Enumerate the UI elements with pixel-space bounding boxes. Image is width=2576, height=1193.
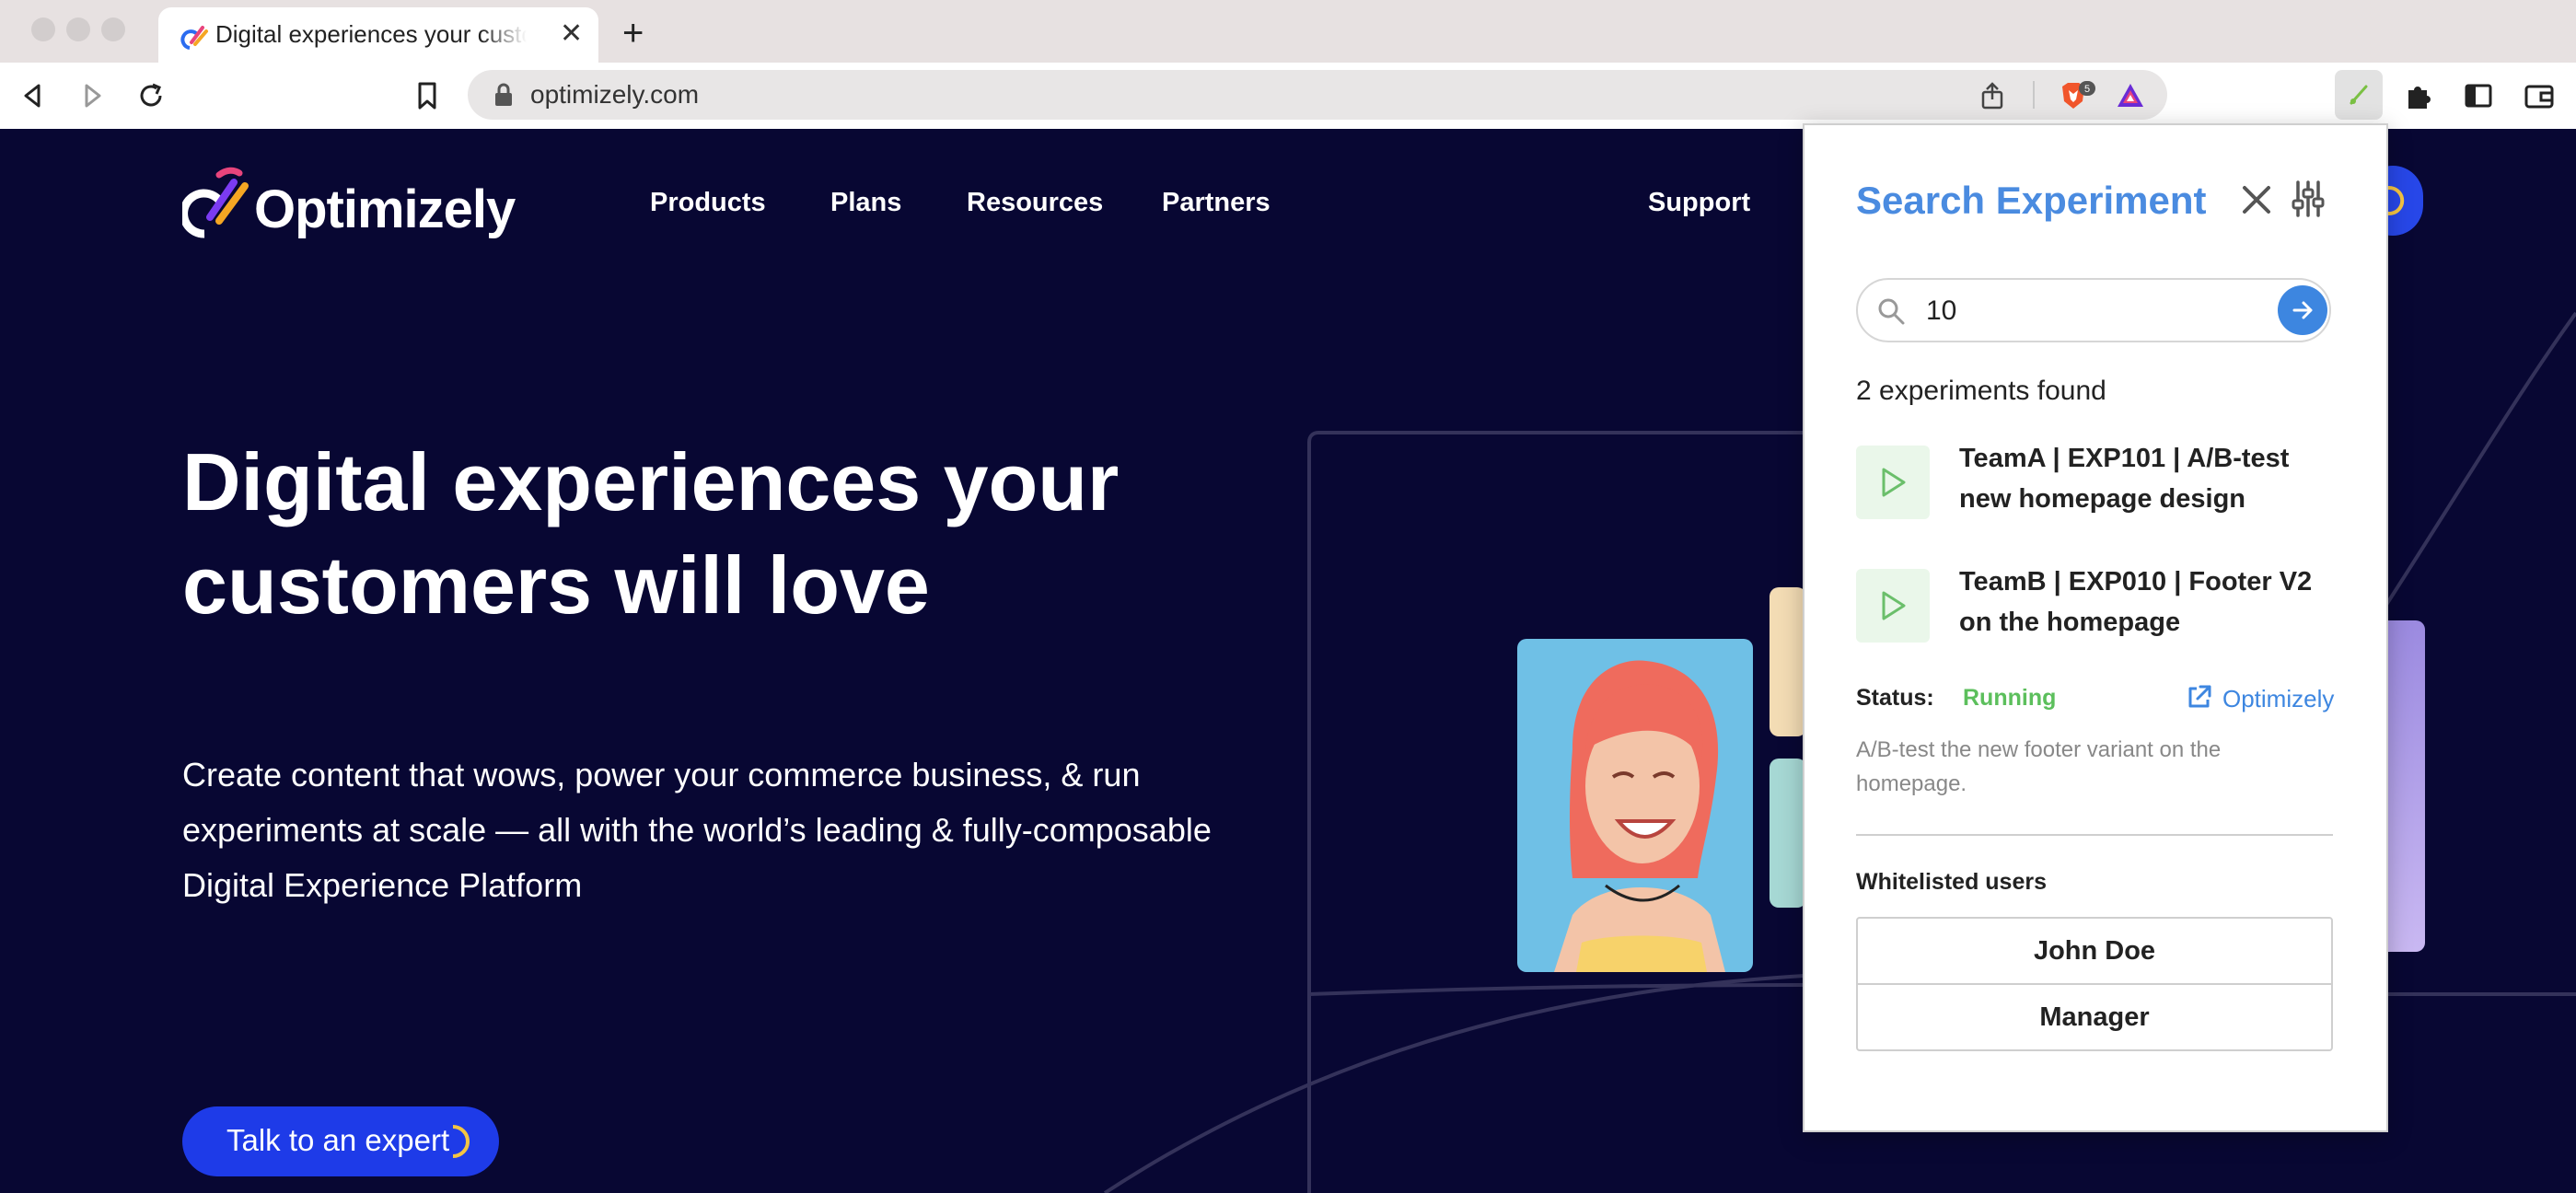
experiment-result-item[interactable]: TeamB | EXP010 | Footer V2 on the homepa… [1856,562,2335,654]
arrow-right-icon [2292,301,2313,319]
popup-title: Search Experiment [1856,179,2207,222]
forward-icon[interactable] [75,79,109,112]
whitelisted-user-button[interactable]: John Doe [1858,919,2331,983]
search-submit-button[interactable] [2278,285,2327,335]
url-divider [2033,81,2035,109]
status-value: Running [1963,685,2057,711]
lock-icon [495,83,512,106]
hero-title: Digital experiences your customers will … [182,436,1120,631]
browser-tab-active[interactable]: Digital experiences your customers will … [158,7,598,63]
share-icon[interactable] [1978,81,2007,110]
search-icon [1878,298,1905,325]
extension-flask-icon [2350,85,2368,105]
cta-spinner-icon [452,1125,470,1158]
reload-icon[interactable] [134,79,168,112]
browser-tab-bar: Digital experiences your customers will … [0,0,2576,63]
nav-plans[interactable]: Plans [830,188,901,218]
external-link-icon [2188,685,2211,708]
divider [1856,834,2333,836]
nav-partners[interactable]: Partners [1162,188,1271,218]
settings-sliders-icon[interactable] [2291,179,2326,219]
experiment-description: A/B-test the new footer variant on the h… [1856,737,2222,796]
play-icon[interactable] [1856,446,1930,519]
talk-to-expert-button[interactable]: Talk to an expert [182,1106,499,1176]
hero-subtitle: Create content that wows, power your com… [182,756,1212,904]
logo-text: Optimizely [254,180,516,239]
experiment-result-item[interactable]: TeamA | EXP101 | A/B-test new homepage d… [1856,438,2335,530]
nav-resources[interactable]: Resources [967,188,1103,218]
hero-card-peek [1770,587,1806,736]
results-count: 2 experiments found [1856,376,2106,406]
nav-products[interactable]: Products [650,188,766,218]
url-text: optimizely.com [530,80,700,109]
brave-badge-count: 5 [2084,84,2090,95]
external-link-label: Optimizely [2222,685,2335,712]
whitelist-label: Whitelisted users [1856,869,2047,895]
extensions-puzzle-icon[interactable] [2403,79,2436,112]
experiment-name: TeamB | EXP010 | Footer V2 on the homepa… [1959,567,2313,637]
whitelisted-user-button[interactable]: Manager [1858,983,2331,1049]
play-icon[interactable] [1856,569,1930,643]
new-tab-icon[interactable]: + [622,15,644,52]
tab-title: Digital experiences your customers will … [215,20,527,48]
experiment-search-input[interactable] [1924,291,2269,331]
address-bar[interactable]: optimizely.com 5 [468,70,2167,120]
status-label: Status: [1856,685,1934,711]
wallet-icon[interactable] [2523,79,2556,112]
tab-close-icon[interactable]: ✕ [560,20,583,48]
window-zoom-dot[interactable] [101,17,125,41]
hero-card-peek [1770,759,1806,908]
hero-portrait-image [1517,639,1753,972]
experiment-extension-button[interactable] [2335,70,2383,120]
optimizely-logo-icon [182,167,249,238]
close-icon[interactable] [2241,184,2272,215]
browser-toolbar: optimizely.com 5 [0,63,2576,131]
optimizely-favicon-icon [180,26,208,50]
window-close-dot[interactable] [31,17,55,41]
window-minimize-dot[interactable] [66,17,90,41]
bookmark-icon[interactable] [411,79,444,112]
brave-rewards-icon[interactable] [2116,81,2145,110]
whitelisted-users-list: John Doe Manager [1856,917,2333,1051]
sidebar-toggle-icon[interactable] [2462,79,2495,112]
cta-label: Talk to an expert [226,1123,450,1157]
back-icon[interactable] [17,79,50,112]
brave-shields-icon[interactable]: 5 [2059,81,2095,110]
search-experiment-popup: Search Experiment 2 experiments found Te… [1803,123,2388,1132]
experiment-search-box [1856,278,2331,342]
nav-support[interactable]: Support [1648,188,1750,218]
experiment-name: TeamA | EXP101 | A/B-test new homepage d… [1959,444,2290,514]
